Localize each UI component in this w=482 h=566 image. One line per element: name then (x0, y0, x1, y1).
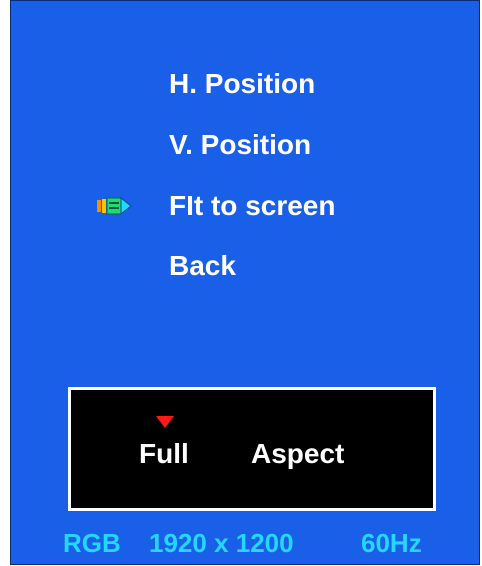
menu-item-fit-to-screen[interactable]: FIt to screen (169, 190, 335, 222)
signal-resolution: 1920 x 1200 (149, 528, 294, 558)
mode-option-full[interactable]: Full (139, 438, 189, 470)
signal-type: RGB (63, 528, 121, 558)
menu-item-v-position[interactable]: V. Position (169, 129, 311, 161)
signal-frequency: 60Hz (361, 528, 422, 558)
mode-option-aspect[interactable]: Aspect (251, 438, 344, 470)
menu-item-back[interactable]: Back (169, 250, 236, 282)
triangle-down-icon (156, 416, 174, 428)
menu-item-h-position[interactable]: H. Position (169, 68, 315, 100)
osd-menu-panel: H. Position V. Position FIt to screen Ba… (10, 0, 480, 565)
scaling-mode-box: Full Aspect (68, 387, 436, 511)
selector-arrow-icon (97, 196, 132, 216)
